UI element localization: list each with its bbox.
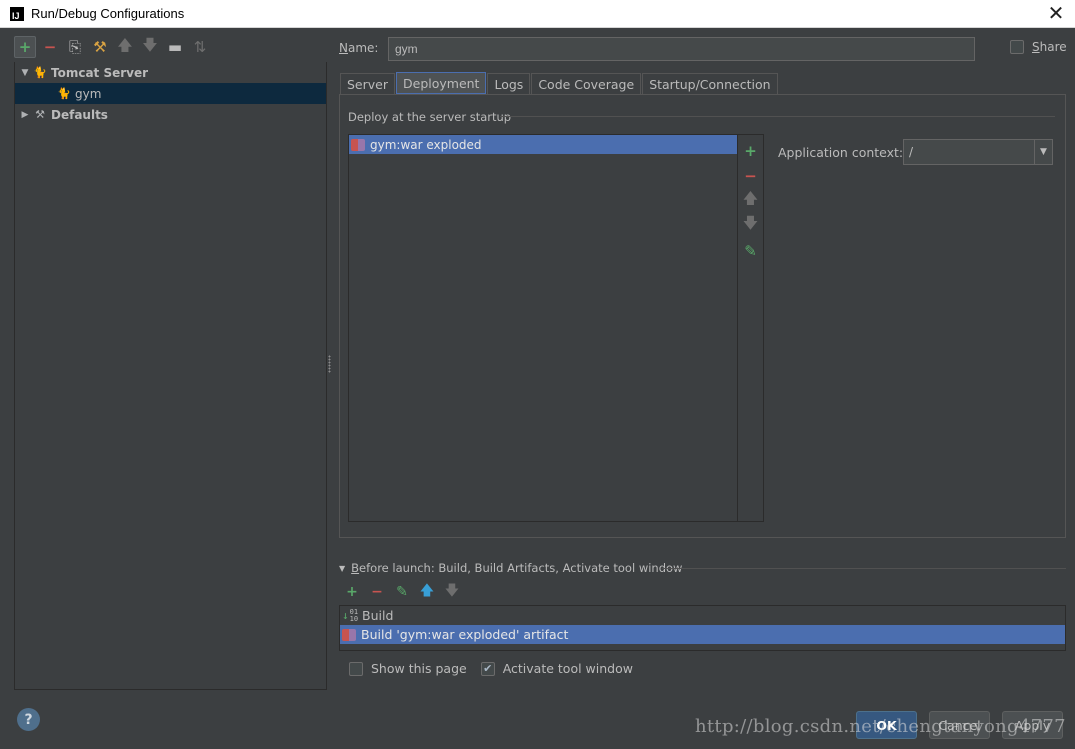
tab-deployment[interactable]: Deployment <box>396 72 487 95</box>
remove-artifact-button[interactable]: − <box>744 163 757 188</box>
add-artifact-button[interactable]: + <box>744 138 757 163</box>
sort-icon: ⇅ <box>193 38 207 56</box>
copy-icon: ⎘ <box>68 38 81 56</box>
application-context-combo[interactable]: / ▼ <box>903 139 1053 165</box>
folder-icon: ▬ <box>167 38 183 56</box>
move-artifact-up-button[interactable]: 🡅 <box>743 188 758 213</box>
tree-item-tomcat-server[interactable]: ▼ 🐈 Tomcat Server <box>15 62 326 83</box>
arrow-down-icon: 🡇 <box>142 35 158 54</box>
before-launch-toolbar: + − ✎ 🡅 🡇 <box>342 583 467 601</box>
tree-item-label: Defaults <box>51 107 108 122</box>
task-label: Build 'gym:war exploded' artifact <box>361 627 569 642</box>
move-up-button[interactable]: 🡅 <box>114 36 136 58</box>
tree-item-defaults[interactable]: ▶ ⚒ Defaults <box>15 104 326 125</box>
before-launch-header[interactable]: ▼ Before launch: Build, Build Artifacts,… <box>339 561 682 575</box>
arrow-down-icon: 🡇 <box>444 583 460 599</box>
launch-options: Show this page ✔ Activate tool window <box>349 661 647 676</box>
tomcat-icon: 🐈 <box>57 87 71 100</box>
name-input[interactable] <box>388 37 975 61</box>
artifact-list-toolbar: + − 🡅 🡇 ✎ <box>738 134 764 522</box>
folder-button[interactable]: ▬ <box>164 36 186 58</box>
plus-icon: + <box>744 141 757 160</box>
tree-item-gym[interactable]: 🐈 gym <box>15 83 326 104</box>
before-launch-title: Before launch: Build, Build Artifacts, A… <box>351 561 683 575</box>
minus-icon: − <box>371 584 383 600</box>
title-bar: IJ Run/Debug Configurations ✕ <box>0 0 1075 28</box>
arrow-down-icon: 🡇 <box>742 214 759 232</box>
tomcat-icon: 🐈 <box>33 66 47 79</box>
copy-config-button[interactable]: ⎘ <box>64 36 86 58</box>
tree-item-label: gym <box>75 86 102 101</box>
dropdown-arrow-icon[interactable]: ▼ <box>1034 140 1052 164</box>
minus-icon: − <box>744 166 757 185</box>
list-item[interactable]: gym:war exploded <box>349 135 737 154</box>
expand-arrow-icon[interactable]: ▼ <box>18 68 32 78</box>
arrow-up-icon: 🡅 <box>117 35 133 54</box>
edit-task-button[interactable]: ✎ <box>392 581 412 603</box>
move-down-button[interactable]: 🡇 <box>139 36 161 58</box>
splitter-handle[interactable] <box>328 355 331 373</box>
arrow-up-icon: 🡅 <box>419 583 435 599</box>
tab-server[interactable]: Server <box>340 73 395 95</box>
checkbox-label: Activate tool window <box>502 661 633 676</box>
plus-icon: + <box>18 38 32 56</box>
checkmark-icon[interactable]: ✔ <box>480 661 495 676</box>
share-checkbox[interactable]: Share <box>1010 40 1067 54</box>
collapse-arrow-icon[interactable]: ▶ <box>18 110 32 120</box>
collapse-triangle-icon[interactable]: ▼ <box>339 564 345 573</box>
checkbox-label: Show this page <box>371 661 467 676</box>
task-label: Build <box>362 608 394 623</box>
config-tree[interactable]: ▼ 🐈 Tomcat Server 🐈 gym ▶ ⚒ Defaults <box>14 62 327 690</box>
tree-item-label: Tomcat Server <box>51 65 149 80</box>
tab-startup-connection[interactable]: Startup/Connection <box>642 73 778 95</box>
tab-logs[interactable]: Logs <box>487 73 531 95</box>
share-label: Share <box>1032 40 1067 54</box>
name-label: Name: <box>339 41 379 55</box>
remove-task-button[interactable]: − <box>367 581 387 603</box>
application-context-label: Application context: <box>778 145 904 160</box>
deploy-section-title: Deploy at the server startup <box>348 110 512 124</box>
intellij-app-icon: IJ <box>10 6 24 21</box>
artifact-list[interactable]: gym:war exploded <box>348 134 738 522</box>
move-artifact-down-button[interactable]: 🡇 <box>743 213 758 238</box>
add-task-button[interactable]: + <box>342 581 362 603</box>
move-task-down-button[interactable]: 🡇 <box>442 581 462 603</box>
window-title: Run/Debug Configurations <box>31 6 185 21</box>
sort-button[interactable]: ⇅ <box>189 36 211 58</box>
wrench-icon: ⚒ <box>93 38 107 56</box>
arrow-up-icon: 🡅 <box>742 189 759 207</box>
tab-code-coverage[interactable]: Code Coverage <box>531 73 642 95</box>
section-divider <box>662 568 1066 569</box>
before-launch-list[interactable]: ↓ 01 10 Build Build 'gym:war exploded' art… <box>339 605 1066 651</box>
artifact-icon <box>342 628 356 641</box>
section-divider <box>500 116 1055 117</box>
close-icon[interactable]: ✕ <box>1045 2 1067 24</box>
move-task-up-button[interactable]: 🡅 <box>417 581 437 603</box>
activate-tool-window-checkbox[interactable]: ✔ Activate tool window <box>480 661 633 676</box>
defaults-wrench-icon: ⚒ <box>35 108 45 121</box>
build-icon: ↓ 01 10 <box>342 607 359 623</box>
pencil-icon: ✎ <box>744 241 757 260</box>
list-item[interactable]: Build 'gym:war exploded' artifact <box>340 625 1065 644</box>
plus-icon: + <box>346 584 358 600</box>
watermark-text: http://blog.csdn.net/chengtanyong4777 <box>695 716 1066 737</box>
add-config-button[interactable]: + <box>14 36 36 58</box>
help-icon[interactable]: ? <box>17 708 40 731</box>
artifact-icon <box>351 138 365 151</box>
minus-icon: − <box>43 38 57 56</box>
edit-defaults-button[interactable]: ⚒ <box>89 36 111 58</box>
share-checkbox-box[interactable] <box>1010 40 1024 54</box>
checkbox-box[interactable] <box>349 661 363 676</box>
config-tabs: Server Deployment Logs Code Coverage Sta… <box>340 72 779 95</box>
artifact-label: gym:war exploded <box>370 137 482 152</box>
remove-config-button[interactable]: − <box>39 36 61 58</box>
pencil-icon: ✎ <box>396 584 408 600</box>
application-context-value[interactable]: / <box>904 145 1034 159</box>
show-this-page-checkbox[interactable]: Show this page <box>349 661 467 676</box>
config-toolbar: + − ⎘ ⚒ 🡅 🡇 ▬ ⇅ <box>14 36 214 58</box>
deployment-panel: Deploy at the server startup gym:war exp… <box>339 94 1066 538</box>
edit-artifact-button[interactable]: ✎ <box>744 238 757 263</box>
list-item[interactable]: ↓ 01 10 Build <box>340 606 1065 625</box>
